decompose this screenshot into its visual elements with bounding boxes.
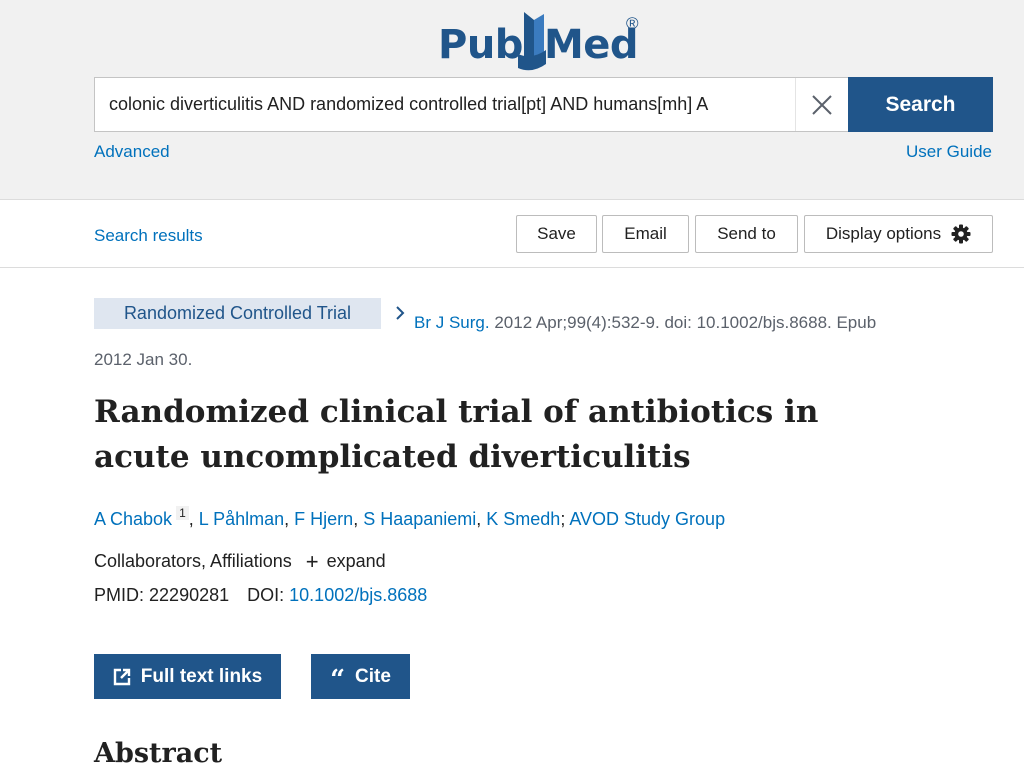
search-input[interactable] xyxy=(95,78,795,131)
pmid-label: PMID: xyxy=(94,585,145,605)
user-guide-link[interactable]: User Guide xyxy=(906,142,992,162)
article-actions-bar: Search results Save Email Send to Displa… xyxy=(0,200,1024,268)
collaborators-label: Collaborators, Affiliations xyxy=(94,551,292,571)
author-link[interactable]: F Hjern xyxy=(294,509,353,529)
doi-link[interactable]: 10.1002/bjs.8688 xyxy=(289,585,427,605)
affiliation-marker[interactable]: 1 xyxy=(176,506,189,520)
registered-mark: ® xyxy=(626,14,639,33)
identifiers-row: PMID: 22290281 DOI: 10.1002/bjs.8688 xyxy=(94,585,427,606)
advanced-search-link[interactable]: Advanced xyxy=(94,142,170,162)
clear-search-button[interactable] xyxy=(795,78,848,131)
abstract-heading: Abstract xyxy=(94,738,223,769)
save-button[interactable]: Save xyxy=(516,215,597,253)
search-box xyxy=(94,77,848,132)
collaborators-affiliations-row: Collaborators, Affiliations + expand xyxy=(94,550,386,572)
email-button[interactable]: Email xyxy=(602,215,689,253)
citation-line: Br J Surg. 2012 Apr;99(4):532-9. doi: 10… xyxy=(94,304,914,378)
close-icon xyxy=(812,94,832,115)
plus-icon[interactable]: + xyxy=(306,550,319,572)
external-link-icon xyxy=(113,668,130,685)
article-title: Randomized clinical trial of antibiotics… xyxy=(94,394,819,475)
display-options-button[interactable]: Display options xyxy=(804,215,993,253)
expand-toggle[interactable]: expand xyxy=(327,551,386,572)
pubmed-logo[interactable]: Pub Med ® xyxy=(438,6,648,76)
author-link[interactable]: AVOD Study Group xyxy=(569,509,725,529)
logo-text-pub: Pub xyxy=(438,22,523,68)
full-text-links-label: Full text links xyxy=(140,665,263,687)
cite-button[interactable]: “ Cite xyxy=(311,654,410,699)
quote-icon: “ xyxy=(330,664,346,695)
author-link[interactable]: L Påhlman xyxy=(199,509,284,529)
cite-label: Cite xyxy=(355,665,391,687)
pmid-value: 22290281 xyxy=(149,585,230,605)
search-results-link[interactable]: Search results xyxy=(94,226,203,246)
logo-text-med: Med xyxy=(544,22,639,68)
author-link[interactable]: K Smedh xyxy=(486,509,560,529)
doi-label: DOI: xyxy=(247,585,285,605)
site-header: Pub Med ® Search Advanced User Guide xyxy=(0,0,1024,200)
send-to-button[interactable]: Send to xyxy=(695,215,798,253)
journal-link[interactable]: Br J Surg. xyxy=(414,313,490,332)
display-options-label: Display options xyxy=(825,224,942,243)
author-list: A Chabok 1, L Påhlman, F Hjern, S Haapani… xyxy=(94,506,726,529)
gear-icon xyxy=(951,224,971,244)
full-text-links-button[interactable]: Full text links xyxy=(94,654,281,699)
author-link[interactable]: S Haapaniemi xyxy=(363,509,476,529)
search-button[interactable]: Search xyxy=(848,77,993,132)
author-link[interactable]: A Chabok xyxy=(94,509,172,529)
